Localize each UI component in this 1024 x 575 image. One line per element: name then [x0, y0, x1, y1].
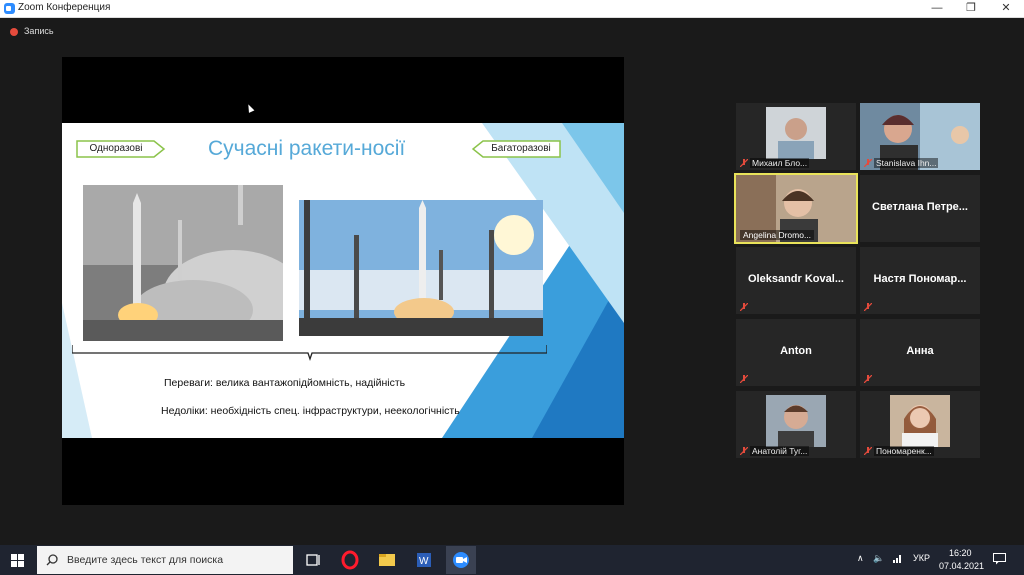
muted-mic-icon — [740, 447, 748, 455]
participant-name: Анна — [906, 345, 934, 357]
recording-bar — [0, 18, 1024, 46]
participant-tile[interactable]: Михаил Бло... — [736, 103, 856, 170]
reusable-label: Багаторазові — [491, 143, 551, 154]
minimize-button[interactable]: — — [920, 0, 954, 17]
speaker-icon[interactable]: 🔈 — [873, 553, 884, 564]
participant-name: Михаил Бло... — [750, 158, 810, 168]
slide-title: Сучасні ракети-носії — [208, 137, 406, 160]
taskbar-search-box[interactable]: Введите здесь текст для поиска — [37, 546, 293, 574]
participant-tile[interactable]: Анатолій Туг... — [736, 391, 856, 458]
tray-chevron-icon[interactable]: ∧ — [857, 553, 864, 564]
participant-name: Настя Пономар... — [873, 273, 967, 285]
window-titlebar: Zoom Конференция — ❐ ✕ — [0, 0, 1024, 18]
word-icon[interactable]: W — [409, 549, 439, 571]
windows-start-icon[interactable] — [11, 554, 24, 567]
muted-mic-icon — [864, 303, 872, 311]
search-placeholder: Введите здесь текст для поиска — [67, 554, 224, 566]
muted-mic-icon — [740, 303, 748, 311]
advantages-text: Переваги: велика вантажопідйомність, над… — [164, 377, 406, 389]
participant-tile-active-speaker[interactable]: Angelina Dromo... — [734, 173, 858, 244]
curly-brace-shape — [72, 345, 547, 362]
participant-name: Stanislava Ihn... — [874, 158, 939, 168]
clock-time[interactable]: 16:20 — [949, 548, 972, 558]
single-use-label: Одноразові — [89, 143, 143, 154]
window-title: Zoom Конференция — [18, 2, 111, 13]
opera-browser-icon[interactable] — [335, 549, 365, 571]
svg-text:W: W — [419, 556, 429, 567]
clock-date[interactable]: 07.04.2021 — [939, 561, 984, 571]
presentation-slide: Одноразові Багаторазові Сучасні ракети-н… — [62, 123, 624, 438]
disadvantages-text: Недоліки: необхідність спец. інфраструкт… — [161, 405, 460, 417]
muted-mic-icon — [740, 159, 748, 167]
search-icon — [46, 554, 58, 566]
recording-label[interactable]: Запись — [24, 26, 54, 36]
participant-name: Анатолій Туг... — [750, 446, 810, 456]
muted-mic-icon — [740, 375, 748, 383]
rocket-photo-single-use — [83, 185, 283, 341]
recording-icon — [10, 28, 18, 36]
zoom-app-icon — [4, 3, 15, 14]
participant-name: Светлана Петре... — [872, 201, 968, 213]
language-indicator[interactable]: УКР — [913, 553, 930, 563]
participant-name: Angelina Dromo... — [740, 230, 815, 240]
muted-mic-icon — [864, 159, 872, 167]
participant-name: Пономаренк... — [874, 446, 934, 456]
participant-tile[interactable]: Анна — [860, 319, 980, 386]
participant-tile[interactable]: Пономаренк... — [860, 391, 980, 458]
file-explorer-icon[interactable] — [372, 549, 402, 571]
participant-video — [766, 107, 826, 159]
participant-video — [890, 395, 950, 447]
network-icon[interactable] — [893, 553, 903, 563]
participant-tile[interactable]: Oleksandr Koval... — [736, 247, 856, 314]
participant-tile[interactable]: Stanislava Ihn... — [860, 103, 980, 170]
close-button[interactable]: ✕ — [989, 0, 1023, 17]
rocket-photo-reusable — [299, 200, 543, 336]
participant-video — [766, 395, 826, 447]
notifications-icon[interactable] — [993, 553, 1006, 565]
participant-tile[interactable]: Светлана Петре... — [860, 175, 980, 242]
participant-name: Anton — [780, 345, 812, 357]
participant-name: Oleksandr Koval... — [748, 273, 844, 285]
participant-tile[interactable]: Настя Пономар... — [860, 247, 980, 314]
muted-mic-icon — [864, 375, 872, 383]
zoom-icon[interactable] — [446, 549, 476, 571]
muted-mic-icon — [864, 447, 872, 455]
participant-tile[interactable]: Anton — [736, 319, 856, 386]
task-view-icon[interactable] — [298, 549, 328, 571]
maximize-button[interactable]: ❐ — [954, 0, 988, 17]
